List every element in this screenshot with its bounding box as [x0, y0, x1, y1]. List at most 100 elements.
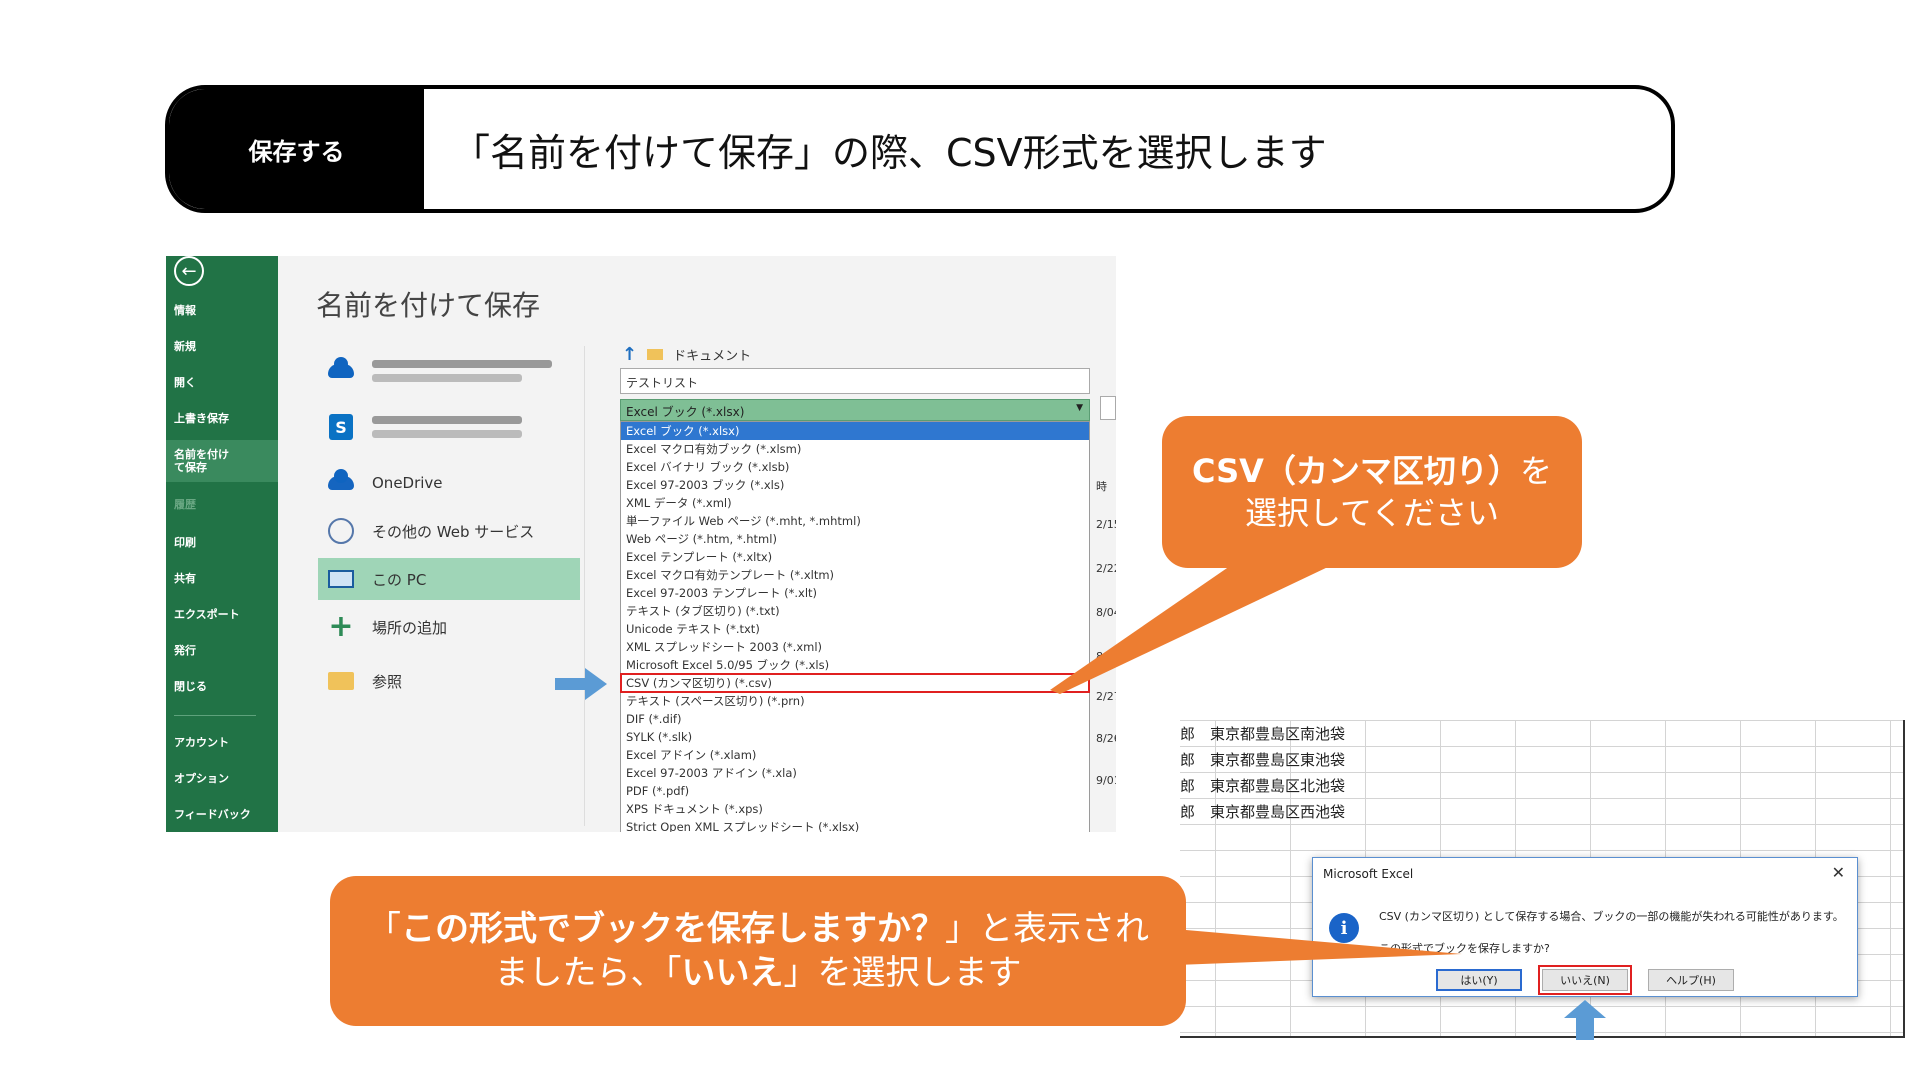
- cell[interactable]: 東京都豊島区南池袋: [1210, 723, 1345, 744]
- cell[interactable]: 郎: [1180, 749, 1210, 770]
- sidebar-item-save[interactable]: 上書き保存: [174, 412, 229, 425]
- cell[interactable]: 東京都豊島区北池袋: [1210, 775, 1345, 796]
- folder-icon: [647, 349, 664, 360]
- location-label: この PC: [372, 570, 427, 589]
- file-type-option[interactable]: Strict Open XML スプレッドシート (*.xlsx): [621, 818, 1089, 832]
- save-as-heading: 名前を付けて保存: [316, 289, 541, 322]
- table-row: 郎 東京都豊島区南池袋: [1180, 720, 1345, 746]
- callout-line2-post: 」を選択します: [783, 953, 1022, 993]
- dialog-question: この形式でブックを保存しますか?: [1379, 942, 1550, 955]
- table-row: 郎 東京都豊島区東池袋: [1180, 746, 1345, 772]
- file-type-select[interactable]: Excel ブック (*.xlsx) ▼: [620, 399, 1090, 421]
- callout-dialog-mid: 」と表示され: [945, 909, 1149, 949]
- file-type-option[interactable]: Excel テンプレート (*.xltx): [621, 548, 1089, 566]
- sidebar-item-account[interactable]: アカウント: [174, 736, 229, 749]
- up-folder-icon[interactable]: ↑: [622, 344, 637, 365]
- folder-icon: [326, 669, 356, 693]
- pc-icon: [326, 567, 356, 591]
- location-onedrive[interactable]: OneDrive: [318, 462, 580, 504]
- info-icon: i: [1329, 913, 1359, 943]
- sidebar-item-publish[interactable]: 発行: [174, 644, 196, 657]
- globe-icon: [326, 518, 356, 544]
- sidebar-item-open[interactable]: 開く: [174, 376, 196, 389]
- sidebar-item-save-as[interactable]: 名前を付けて保存: [166, 440, 278, 482]
- onedrive-cloud-icon: [326, 469, 356, 495]
- date-cell: 9/01: [1096, 774, 1116, 787]
- date-column-header: 時: [1096, 480, 1107, 493]
- callout-dialog-bold: この形式でブックを保存しますか？: [401, 909, 945, 949]
- file-type-option[interactable]: XML データ (*.xml): [621, 494, 1089, 512]
- table-row: 郎 東京都豊島区北池袋: [1180, 772, 1345, 798]
- file-type-option[interactable]: DIF (*.dif): [621, 710, 1089, 728]
- location-label: 場所の追加: [372, 618, 448, 637]
- right-arrow-icon: [555, 668, 607, 700]
- chevron-down-icon: ▼: [1076, 403, 1083, 413]
- filename-input[interactable]: テストリスト: [620, 368, 1090, 394]
- table-row: 郎 東京都豊島区西池袋: [1180, 798, 1345, 824]
- blurred-account-name: [372, 360, 552, 382]
- help-button[interactable]: ヘルプ(H): [1648, 969, 1734, 991]
- sidebar-item-options[interactable]: オプション: [174, 772, 229, 785]
- file-type-selected: Excel ブック (*.xlsx): [626, 405, 745, 419]
- sidebar-divider: [174, 715, 256, 716]
- callout-select-no: 「この形式でブックを保存しますか？」と表示され ましたら、「いいえ」を選択します: [330, 876, 1186, 1026]
- file-type-option[interactable]: Web ページ (*.htm, *.html): [621, 530, 1089, 548]
- file-type-option[interactable]: Excel 97-2003 テンプレート (*.xlt): [621, 584, 1089, 602]
- file-type-list: Excel ブック (*.xlsx) Excel マクロ有効ブック (*.xlsm…: [620, 421, 1090, 832]
- callout-csv-line2: 選択してください: [1244, 494, 1500, 532]
- folder-path: ↑ ドキュメント: [622, 344, 751, 365]
- file-type-option[interactable]: Excel ブック (*.xlsx): [621, 422, 1089, 440]
- sidebar-item-export[interactable]: エクスポート: [174, 608, 240, 621]
- file-type-option[interactable]: Excel マクロ有効テンプレート (*.xltm): [621, 566, 1089, 584]
- sharepoint-icon: S: [326, 414, 356, 440]
- location-this-pc[interactable]: この PC: [318, 558, 580, 600]
- file-type-option[interactable]: Unicode テキスト (*.txt): [621, 620, 1089, 638]
- file-type-option[interactable]: テキスト (スペース区切り) (*.prn): [621, 692, 1089, 710]
- sidebar-item-info[interactable]: 情報: [174, 304, 196, 317]
- location-other-web-services[interactable]: その他の Web サービス: [318, 510, 580, 552]
- file-type-option[interactable]: XPS ドキュメント (*.xps): [621, 800, 1089, 818]
- file-type-option-csv[interactable]: CSV (カンマ区切り) (*.csv): [620, 673, 1090, 693]
- file-type-option[interactable]: Excel 97-2003 ブック (*.xls): [621, 476, 1089, 494]
- file-type-option[interactable]: Excel バイナリ ブック (*.xlsb): [621, 458, 1089, 476]
- close-icon[interactable]: ✕: [1832, 863, 1845, 882]
- save-button[interactable]: [1100, 396, 1116, 420]
- excel-sidebar: ← 情報 新規 開く 上書き保存 名前を付けて保存 履歴 印刷 共有 エクスポー…: [166, 256, 278, 832]
- step-tag: 保存する: [169, 89, 424, 209]
- file-type-option[interactable]: Excel マクロ有効ブック (*.xlsm): [621, 440, 1089, 458]
- file-type-option[interactable]: XML スプレッドシート 2003 (*.xml): [621, 638, 1089, 656]
- file-type-option[interactable]: 単一ファイル Web ページ (*.mht, *.mhtml): [621, 512, 1089, 530]
- sidebar-item-print[interactable]: 印刷: [174, 536, 196, 549]
- sidebar-item-new[interactable]: 新規: [174, 340, 196, 353]
- dialog-message: CSV (カンマ区切り) として保存する場合、ブックの一部の機能が失われる可能性…: [1379, 910, 1844, 923]
- file-type-option[interactable]: PDF (*.pdf): [621, 782, 1089, 800]
- plus-icon: +: [328, 609, 354, 644]
- cell[interactable]: 東京都豊島区東池袋: [1210, 749, 1345, 770]
- path-label[interactable]: ドキュメント: [673, 345, 751, 364]
- location-add-place[interactable]: + 場所の追加: [318, 606, 580, 648]
- yes-button[interactable]: はい(Y): [1436, 969, 1522, 991]
- callout-csv-bold: CSV（カンマ区切り）: [1192, 452, 1520, 490]
- blurred-account-name: [372, 416, 522, 438]
- no-button[interactable]: いいえ(N): [1538, 965, 1632, 995]
- location-browse[interactable]: 参照: [318, 660, 580, 702]
- cell[interactable]: 郎: [1180, 723, 1210, 744]
- file-type-option[interactable]: Microsoft Excel 5.0/95 ブック (*.xls): [621, 656, 1089, 674]
- cell[interactable]: 東京都豊島区西池袋: [1210, 801, 1345, 822]
- cell[interactable]: 郎: [1180, 775, 1210, 796]
- location-sharepoint[interactable]: S: [318, 406, 580, 448]
- location-onedrive-personal[interactable]: [318, 350, 580, 392]
- file-type-option[interactable]: テキスト (タブ区切り) (*.txt): [621, 602, 1089, 620]
- sidebar-item-feedback[interactable]: フィードバック: [174, 808, 251, 821]
- step-header: 保存する 「名前を付けて保存」の際、CSV形式を選択します: [165, 85, 1675, 213]
- up-arrow-icon: [1564, 1000, 1606, 1040]
- cell[interactable]: 郎: [1180, 801, 1210, 822]
- onedrive-cloud-icon: [326, 357, 356, 383]
- sidebar-item-share[interactable]: 共有: [174, 572, 196, 585]
- step-title: 「名前を付けて保存」の際、CSV形式を選択します: [452, 130, 1327, 175]
- file-type-option[interactable]: Excel 97-2003 アドイン (*.xla): [621, 764, 1089, 782]
- file-type-option[interactable]: SYLK (*.slk): [621, 728, 1089, 746]
- file-type-option[interactable]: Excel アドイン (*.xlam): [621, 746, 1089, 764]
- back-arrow-icon[interactable]: ←: [174, 256, 204, 286]
- sidebar-item-close[interactable]: 閉じる: [174, 680, 207, 693]
